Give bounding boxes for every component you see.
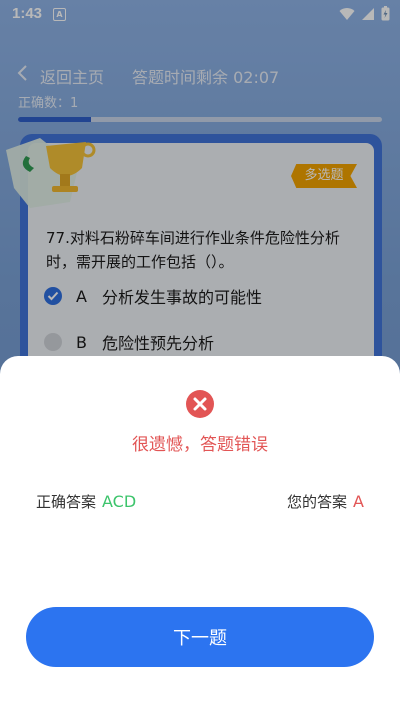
- result-title: 很遗憾，答题错误: [132, 435, 268, 455]
- your-answer-label: 您的答案: [287, 493, 348, 511]
- your-answer: 您的答案 A: [287, 491, 364, 512]
- next-question-button[interactable]: 下一题: [26, 607, 374, 667]
- correct-answer: 正确答案 ACD: [36, 491, 136, 512]
- correct-answer-value: ACD: [102, 492, 137, 511]
- correct-answer-label: 正确答案: [36, 493, 97, 511]
- error-icon: [186, 390, 214, 418]
- your-answer-value: A: [353, 492, 364, 511]
